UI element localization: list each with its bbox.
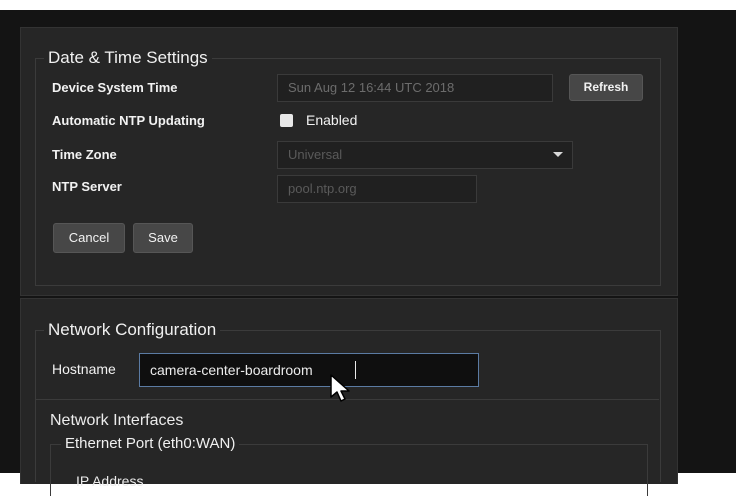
hostname-label: Hostname	[52, 361, 116, 377]
datetime-title: Date & Time Settings	[48, 48, 208, 67]
hostname-input[interactable]: camera-center-boardroom	[139, 353, 479, 387]
ntp-server-input[interactable]: pool.ntp.org	[277, 175, 477, 203]
ntp-enabled-label[interactable]: Enabled	[306, 112, 357, 128]
timezone-value: Universal	[288, 147, 343, 162]
datetime-panel: Date & Time Settings Device System Time …	[20, 27, 678, 296]
ethernet-title: Ethernet Port (eth0:WAN)	[65, 435, 236, 452]
chevron-down-icon[interactable]	[553, 152, 563, 157]
save-button[interactable]: Save	[133, 223, 193, 253]
ntp-server-label: NTP Server	[52, 179, 122, 194]
hostname-value: camera-center-boardroom	[150, 362, 313, 378]
refresh-button[interactable]: Refresh	[569, 74, 643, 101]
network-title: Network Configuration	[48, 320, 217, 339]
device-time-label: Device System Time	[52, 80, 178, 95]
timezone-select[interactable]: Universal	[277, 141, 573, 169]
network-interfaces-title: Network Interfaces	[50, 412, 184, 429]
text-cursor	[355, 361, 356, 379]
mouse-pointer-icon	[330, 374, 350, 402]
timezone-label: Time Zone	[52, 147, 117, 162]
settings-page: Date & Time Settings Device System Time …	[0, 10, 736, 496]
ntp-update-label: Automatic NTP Updating	[52, 113, 205, 128]
network-panel: Network Configuration Hostname camera-ce…	[20, 298, 678, 496]
device-time-field: Sun Aug 12 16:44 UTC 2018	[277, 74, 553, 102]
cancel-button[interactable]: Cancel	[53, 223, 125, 253]
ntp-enabled-checkbox[interactable]	[280, 114, 293, 127]
ip-address-label: IP Address	[76, 473, 144, 489]
